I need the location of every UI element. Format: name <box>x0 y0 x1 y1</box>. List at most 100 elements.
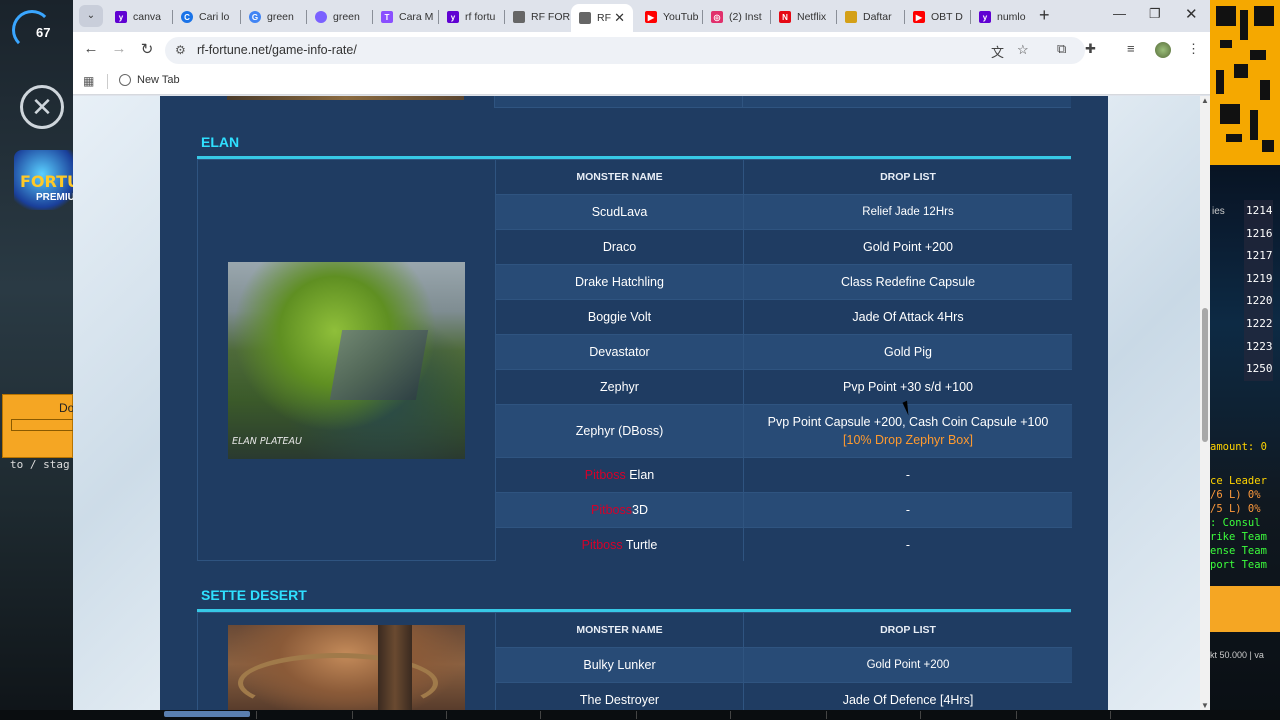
list-item: 1219 <box>1244 267 1273 291</box>
tab-label: Cara M <box>399 11 434 23</box>
sette-desert-image <box>228 625 465 710</box>
map-image <box>227 96 464 100</box>
tab-netflix[interactable]: N Netflix <box>771 4 837 30</box>
tab-daftar[interactable]: Daftar <box>837 4 905 30</box>
monster-name: Devastator <box>496 335 744 369</box>
tab-cara[interactable]: T Cara M <box>373 4 439 30</box>
game-panel <box>1210 586 1280 632</box>
tab-search-button[interactable]: ⌄ <box>79 5 103 27</box>
monster-name: Draco <box>496 230 744 264</box>
tab-label: OBT D <box>931 11 963 23</box>
restore-icon[interactable]: ❐ <box>1149 6 1161 22</box>
tab-canva[interactable]: y canva <box>107 4 173 30</box>
tab-label: YouTub <box>663 11 699 23</box>
drop-list: Gold Pig <box>884 345 932 359</box>
bookmark-star-icon[interactable]: ☆ <box>1017 42 1029 58</box>
translate-icon[interactable]: 文 <box>991 42 1004 61</box>
rf-icon <box>513 11 525 23</box>
monster-name: The Destroyer <box>496 683 744 710</box>
extensions-icon[interactable]: ✚ <box>1085 41 1096 57</box>
forward-icon[interactable]: → <box>109 40 129 57</box>
drop-list: Class Redefine Capsule <box>840 275 976 289</box>
monster-name: Pitboss Elan <box>496 458 744 492</box>
bookmark-label: New Tab <box>137 74 180 86</box>
chat-line: : Consul <box>1210 517 1261 529</box>
yahoo-icon: y <box>115 11 127 23</box>
minimize-icon[interactable]: — <box>1113 6 1126 21</box>
game-footer-text: kt 50.000 | va <box>1210 650 1264 660</box>
vertical-scrollbar[interactable]: ▲ ▼ <box>1200 96 1210 710</box>
url-text: rf-fortune.net/game-info-rate/ <box>197 43 357 57</box>
list-item: 1220 <box>1244 290 1273 313</box>
screenshot-icon[interactable]: ⧉ <box>1057 41 1066 57</box>
window-close-icon[interactable]: ✕ <box>1185 5 1198 23</box>
column-header-drop: DROP LIST <box>880 171 936 183</box>
tab-green-1[interactable]: G green <box>241 4 307 30</box>
site-info-icon[interactable]: ⚙ <box>175 43 186 57</box>
tab-green-2[interactable]: green <box>307 4 373 30</box>
tab-strip: ⌄ y canva C Cari lo G green green T Cara… <box>73 0 1210 32</box>
dialog-label: Do <box>59 401 73 415</box>
menu-icon[interactable]: ⋮ <box>1187 41 1200 57</box>
tab-label: green <box>267 11 294 23</box>
map-image-cell <box>198 613 496 710</box>
table-row: Bulky Lunker Gold Point +200 <box>496 648 1072 683</box>
drop-list: - <box>905 503 911 517</box>
list-item: 1217 <box>1244 245 1273 268</box>
table-row: Drake Hatchling Class Redefine Capsule <box>496 265 1072 300</box>
tab-numlo[interactable]: y numlo <box>971 4 1035 30</box>
chat-line: port Team <box>1210 559 1267 571</box>
list-item: 1214 <box>1244 200 1273 223</box>
chat-line: /5 L) 0% <box>1210 503 1261 515</box>
list-item: 1216 <box>1244 222 1273 246</box>
fortune-logo: FORTU PREMIU <box>14 150 73 210</box>
table-row: Devastator Gold Pig <box>496 335 1072 370</box>
pitboss-label: Pitboss <box>581 537 623 552</box>
monster-name: Zephyr <box>496 370 744 404</box>
bookmark-new-tab[interactable]: New Tab <box>119 74 180 86</box>
new-tab-button[interactable]: + <box>1039 5 1050 26</box>
scrollbar-thumb[interactable] <box>1202 308 1208 442</box>
tab-label: numlo <box>997 11 1026 23</box>
back-icon[interactable]: ← <box>81 40 101 57</box>
close-tab-icon[interactable]: ✕ <box>614 10 625 26</box>
tab-rf-active[interactable]: RF ✕ <box>571 4 633 32</box>
previous-section-remnant <box>197 96 1071 108</box>
tab-cari[interactable]: C Cari lo <box>173 4 241 30</box>
scroll-up-icon[interactable]: ▲ <box>1201 96 1209 105</box>
drop-list: Gold Point +200 <box>866 659 950 671</box>
section-title-elan: ELAN <box>201 134 240 150</box>
address-bar[interactable]: ⚙ rf-fortune.net/game-info-rate/ 文 ☆ <box>165 37 1085 64</box>
page-viewport: ELAN ELAN PLATEAU MONSTER NAME DROP LIST… <box>73 96 1200 710</box>
drop-list: Relief Jade 12Hrs <box>862 206 954 218</box>
profile-avatar[interactable] <box>1155 42 1171 58</box>
image-caption: ELAN PLATEAU <box>232 436 303 447</box>
table-header: MONSTER NAME DROP LIST <box>496 613 1072 648</box>
tab-rf-fortune[interactable]: RF FOR <box>505 4 571 30</box>
dialog-input <box>11 419 73 431</box>
monster-name: Boggie Volt <box>496 300 744 334</box>
rf-icon <box>579 12 591 24</box>
apps-grid-icon[interactable]: ▦ <box>83 74 94 88</box>
drop-text: Pvp Point Capsule +200, Cash Coin Capsul… <box>767 415 1049 429</box>
tab-instagram[interactable]: ◎ (2) Inst <box>703 4 771 30</box>
browser-window: ⌄ y canva C Cari lo G green green T Cara… <box>73 0 1210 710</box>
tab-youtube[interactable]: ▶ YouTub <box>637 4 703 30</box>
youtube-icon: ▶ <box>645 11 657 23</box>
monster-name: Pitboss Turtle <box>496 528 744 561</box>
media-icon[interactable]: ≡ <box>1127 41 1135 56</box>
table-row: Pitboss Turtle - <box>496 528 1072 561</box>
drop-list: Gold Point +200 <box>863 240 953 254</box>
scroll-down-icon[interactable]: ▼ <box>1201 701 1209 710</box>
elan-plateau-image: ELAN PLATEAU <box>228 262 465 459</box>
drop-list: Jade Of Defence [4Hrs] <box>842 693 974 707</box>
game-dialog-box: Do <box>2 394 73 458</box>
tab-obt[interactable]: ▶ OBT D <box>905 4 971 30</box>
netflix-icon: N <box>779 11 791 23</box>
side-label: ies <box>1212 206 1225 217</box>
sette-desert-table: MONSTER NAME DROP LIST Bulky Lunker Gold… <box>197 612 1072 710</box>
tab-rf-fortune-search[interactable]: y rf fortu <box>439 4 505 30</box>
monster-name: Zephyr (DBoss) <box>496 405 744 457</box>
game-chat: amount: 0 ce Leader /6 L) 0% /5 L) 0% : … <box>1210 440 1280 572</box>
reload-icon[interactable]: ↻ <box>137 40 157 58</box>
